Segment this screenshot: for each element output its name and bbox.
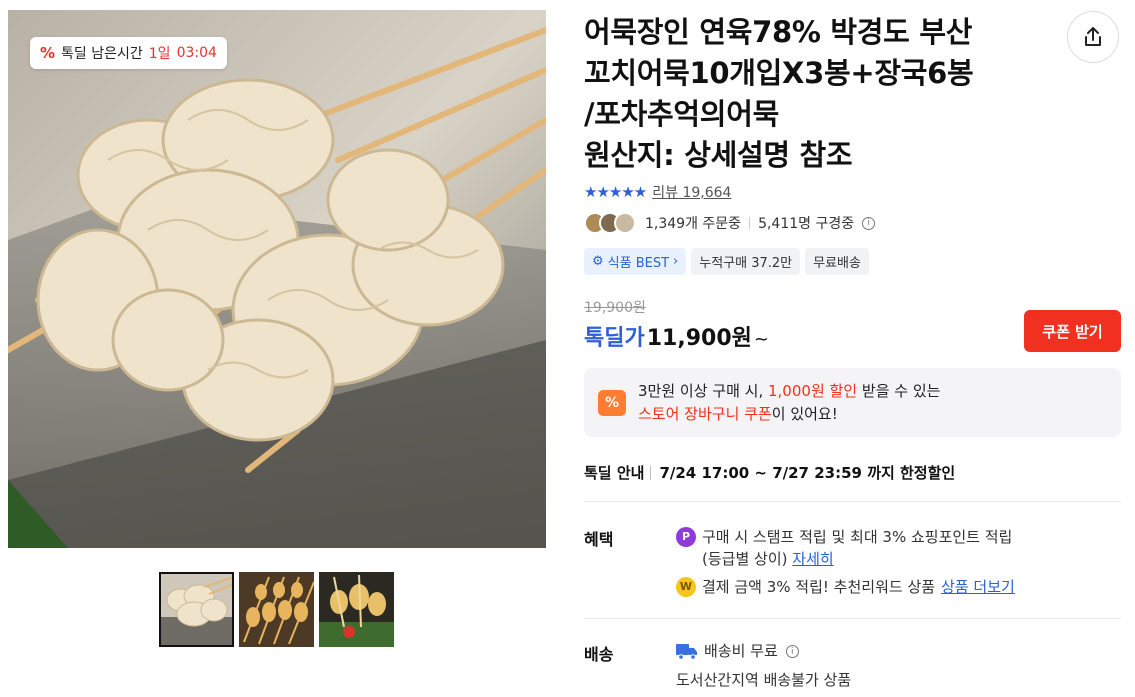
section-divider xyxy=(584,618,1121,619)
shipping-fee-row: 배송비 무료 i xyxy=(676,640,799,662)
benefits-label: 혜택 xyxy=(584,530,614,549)
shipping-label: 배송 xyxy=(584,645,614,664)
rating-stars: ★★★★★ xyxy=(584,183,647,201)
shipping-fee: 배송비 무료 xyxy=(704,642,778,660)
product-tags: ⚙ 식품 BEST › 누적구매 37.2만 무료배송 xyxy=(584,248,869,275)
shipping-note: 도서산간지역 배송불가 상품 xyxy=(676,671,852,689)
benefit-text: (등급별 상이) xyxy=(702,550,788,568)
deal-timer-days: 1일 xyxy=(148,46,171,62)
benefit-reward: W 결제 금액 3% 적립! 추천리워드 상품 상품 더보기 xyxy=(676,576,1015,598)
avatar xyxy=(614,212,636,234)
info-icon[interactable]: i xyxy=(785,645,799,658)
tag-cumulative-purchases: 누적구매 37.2만 xyxy=(691,248,801,275)
info-icon[interactable]: i xyxy=(862,216,876,230)
tag-label: 무료배송 xyxy=(813,256,861,271)
title-line-3: /포차추억의어묵 xyxy=(584,97,779,131)
thumbnail-1[interactable] xyxy=(159,572,234,647)
truck-icon xyxy=(676,644,697,660)
fish-cake-photo xyxy=(8,10,546,548)
divider xyxy=(749,217,751,229)
tag-label: 누적구매 37.2만 xyxy=(699,256,793,271)
tag-label: 식품 BEST xyxy=(607,256,670,271)
shipping-note-row: 도서산간지역 배송불가 상품 xyxy=(676,669,851,691)
section-divider xyxy=(584,501,1121,502)
deal-timer-label: 톡딜 남은시간 xyxy=(61,46,143,62)
benefit-text: 구매 시 스탬프 적립 및 최대 3% 쇼핑포인트 적립 xyxy=(702,528,1013,546)
thumbnail-3[interactable] xyxy=(319,572,394,647)
title-line-2: 꼬치어묵10개입X3봉+장국6봉 xyxy=(584,56,974,90)
share-button[interactable] xyxy=(1067,11,1119,63)
point-icon: P xyxy=(676,527,696,547)
more-products-link[interactable]: 상품 더보기 xyxy=(941,576,1015,598)
gear-icon: ⚙ xyxy=(592,254,604,269)
original-price: 19,900원 xyxy=(584,300,646,316)
deal-timer-badge: % 톡딜 남은시간 1일 03:04 xyxy=(30,37,227,69)
chevron-right-icon: › xyxy=(673,254,679,269)
deal-info-label: 톡딜 안내 xyxy=(584,464,645,482)
deal-price-row: 톡딜가 11,900원 ~ xyxy=(584,320,769,352)
coupon-notice-text: 3만원 이상 구매 시, 1,000원 할인 받을 수 있는 스토어 장바구니 … xyxy=(638,380,940,426)
title-line-4: 원산지: 상세설명 참조 xyxy=(584,138,853,172)
benefit-text: 결제 금액 3% 적립! 추천리워드 상품 xyxy=(702,578,936,596)
thumbnail-list xyxy=(159,572,394,647)
tag-food-best[interactable]: ⚙ 식품 BEST › xyxy=(584,248,687,275)
coupon-notice[interactable]: % 3만원 이상 구매 시, 1,000원 할인 받을 수 있는 스토어 장바구… xyxy=(584,368,1121,437)
deal-info-period: 7/24 17:00 ~ 7/27 23:59 까지 한정할인 xyxy=(659,464,956,482)
deal-price-label: 톡딜가 xyxy=(584,326,645,351)
divider xyxy=(650,465,652,480)
coupon-text-part: 이 있어요! xyxy=(771,404,838,423)
coupon-percent-icon: % xyxy=(598,389,626,416)
product-main-image[interactable]: % 톡딜 남은시간 1일 03:04 xyxy=(8,10,546,548)
won-coin-icon: W xyxy=(676,577,696,597)
buyer-avatars xyxy=(584,212,636,234)
deal-info-row: 톡딜 안내 7/24 17:00 ~ 7/27 23:59 까지 한정할인 xyxy=(584,462,955,483)
benefit-stamp-text: 구매 시 스탬프 적립 및 최대 3% 쇼핑포인트 적립 (등급별 상이) 자세… xyxy=(702,526,1012,570)
coupon-text-part: 3만원 이상 구매 시, xyxy=(638,381,764,400)
benefit-stamp: P 구매 시 스탬프 적립 및 최대 3% 쇼핑포인트 적립 (등급별 상이) … xyxy=(676,526,1012,570)
orders-count: 1,349개 주문중 xyxy=(645,216,742,232)
viewers-count: 5,411명 구경중 xyxy=(758,216,855,232)
thumbnail-2[interactable] xyxy=(239,572,314,647)
share-icon xyxy=(1085,27,1101,46)
price-suffix: ~ xyxy=(753,329,769,350)
benefit-details-link[interactable]: 자세히 xyxy=(792,550,833,568)
tag-free-shipping: 무료배송 xyxy=(805,248,869,275)
get-coupon-button[interactable]: 쿠폰 받기 xyxy=(1024,310,1121,352)
deal-price: 11,900원 xyxy=(646,326,752,351)
percent-icon: % xyxy=(40,44,56,62)
coupon-text-part: 받을 수 있는 xyxy=(861,381,941,400)
review-link[interactable]: 리뷰 19,664 xyxy=(652,182,731,202)
coupon-store-cart: 스토어 장바구니 쿠폰 xyxy=(638,404,772,423)
product-title: 어묵장인 연육78% 박경도 부산 꼬치어묵10개입X3봉+장국6봉 /포차추억… xyxy=(584,12,1044,176)
rating-row: ★★★★★ 리뷰 19,664 xyxy=(584,182,731,202)
order-status-row: 1,349개 주문중 5,411명 구경중 i xyxy=(584,212,876,234)
title-line-1: 어묵장인 연육78% 박경도 부산 xyxy=(584,15,973,49)
deal-timer-time: 03:04 xyxy=(176,45,217,61)
coupon-discount: 1,000원 할인 xyxy=(768,381,858,400)
